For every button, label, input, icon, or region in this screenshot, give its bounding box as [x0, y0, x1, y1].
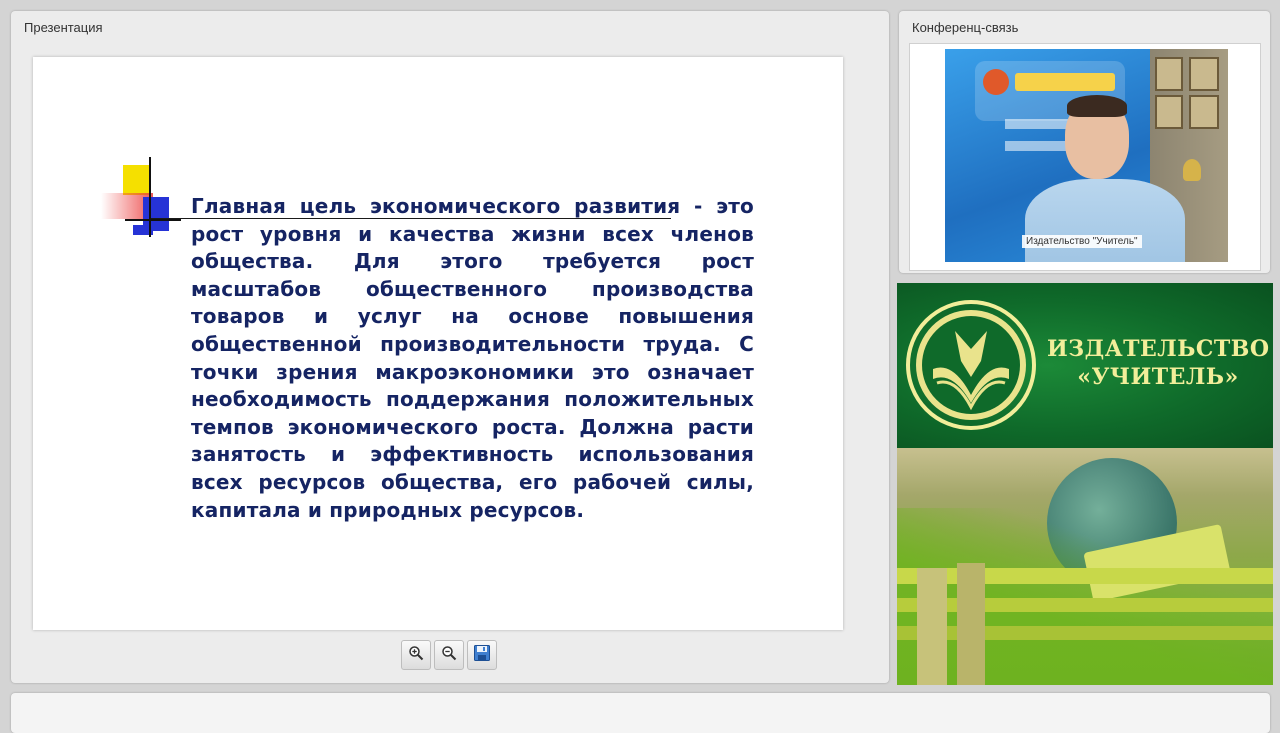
presentation-toolbar [401, 640, 497, 670]
publisher-logo [903, 299, 1039, 431]
banner-title: ИЗДАТЕЛЬСТВО «УЧИТЕЛЬ» [1047, 335, 1269, 391]
slide-body-text: Главная цель экономического развития - э… [191, 194, 754, 522]
save-button[interactable] [467, 640, 497, 670]
conference-panel: Конференц-связь Издательство "Учитель" [899, 11, 1270, 273]
save-icon [473, 644, 491, 667]
zoom-in-button[interactable] [401, 640, 431, 670]
zoom-out-icon [441, 645, 457, 666]
conference-panel-title: Конференц-связь [912, 20, 1019, 35]
banner-title-line2: «УЧИТЕЛЬ» [1077, 364, 1239, 390]
bottom-panel [11, 693, 1270, 733]
banner-header: ИЗДАТЕЛЬСТВО «УЧИТЕЛЬ» [897, 283, 1273, 448]
presentation-panel: Презентация Главная цель экономического … [11, 11, 889, 683]
banner-title-line1: ИЗДАТЕЛЬСТВО [1047, 336, 1270, 362]
video-caption: Издательство "Учитель" [1022, 235, 1142, 248]
video-feed[interactable]: Издательство "Учитель" [945, 49, 1228, 262]
video-container: Издательство "Учитель" [909, 43, 1261, 271]
banner-image [897, 448, 1273, 685]
presentation-panel-title: Презентация [24, 20, 103, 35]
zoom-out-button[interactable] [434, 640, 464, 670]
zoom-in-icon [408, 645, 424, 666]
presentation-slide: Главная цель экономического развития - э… [33, 57, 843, 630]
slide-decoration [101, 157, 191, 237]
publisher-banner[interactable]: ИЗДАТЕЛЬСТВО «УЧИТЕЛЬ» [897, 283, 1273, 685]
